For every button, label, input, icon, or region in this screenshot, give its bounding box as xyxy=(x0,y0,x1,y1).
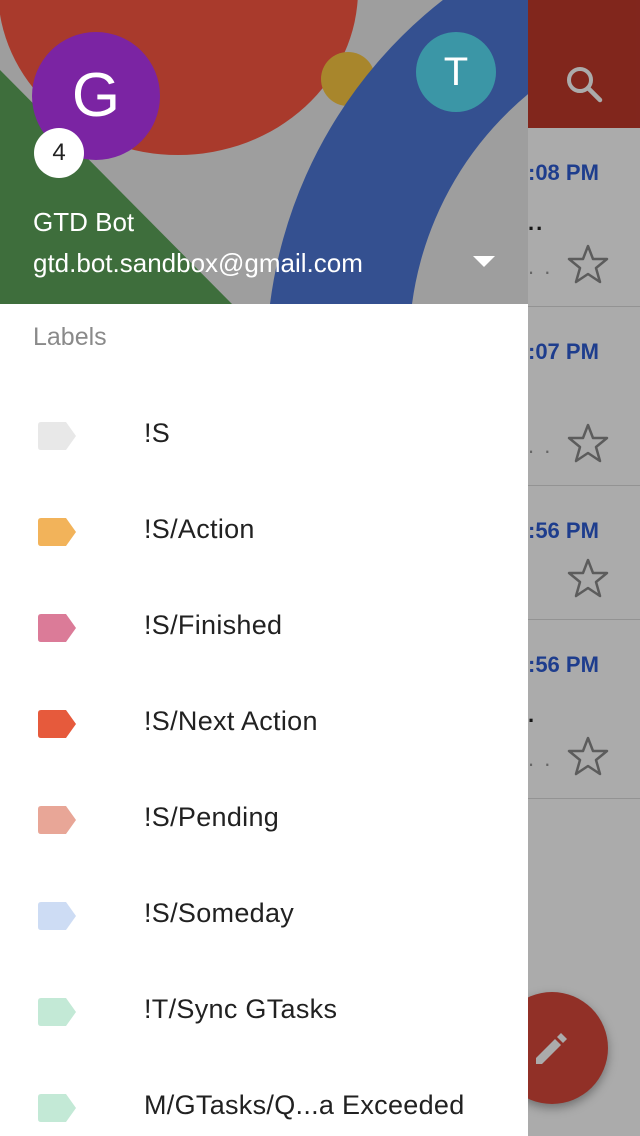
label-name: !S/Next Action xyxy=(144,706,318,736)
unread-count-badge: 4 xyxy=(34,128,84,178)
account-email: gtd.bot.sandbox@gmail.com xyxy=(33,248,363,278)
label-name: !S/Pending xyxy=(144,802,280,832)
label-name: !T/Sync GTasks xyxy=(144,994,338,1024)
label-tag-icon xyxy=(38,518,76,546)
label-tag-icon xyxy=(38,422,76,450)
account-switcher-toggle[interactable] xyxy=(466,248,502,276)
label-item[interactable]: !S/Action xyxy=(0,482,528,578)
label-name: !S/Action xyxy=(144,514,255,544)
label-item[interactable]: !S/Finished xyxy=(0,578,528,674)
label-tag-icon xyxy=(38,710,76,738)
label-item[interactable]: !S/Pending xyxy=(0,770,528,866)
label-item[interactable]: !S/Next Action xyxy=(0,674,528,770)
label-tag-icon xyxy=(38,1094,76,1122)
labels-section-title: Labels xyxy=(33,323,107,351)
label-name: M/GTasks/Q...a Exceeded xyxy=(144,1090,465,1120)
label-item[interactable]: !T/Sync GTasks xyxy=(0,962,528,1058)
label-name: !S xyxy=(144,418,171,448)
label-tag-icon xyxy=(38,614,76,642)
label-tag-icon xyxy=(38,806,76,834)
navigation-drawer: G 4 T GTD Bot gtd.bot.sandbox@gmail.com … xyxy=(0,0,528,1136)
label-tag-icon xyxy=(38,902,76,930)
dropdown-arrow-icon xyxy=(473,256,495,267)
account-name: GTD Bot xyxy=(33,207,135,237)
label-tag-icon xyxy=(38,998,76,1026)
account-header: G 4 T GTD Bot gtd.bot.sandbox@gmail.com xyxy=(0,0,528,304)
label-item[interactable]: M/GTasks/Q...a Exceeded xyxy=(0,1058,528,1136)
label-item[interactable]: !S/Someday xyxy=(0,866,528,962)
label-item[interactable]: !S xyxy=(0,386,528,482)
other-account-avatar[interactable]: T xyxy=(416,32,496,112)
label-name: !S/Someday xyxy=(144,898,295,928)
label-name: !S/Finished xyxy=(144,610,283,640)
